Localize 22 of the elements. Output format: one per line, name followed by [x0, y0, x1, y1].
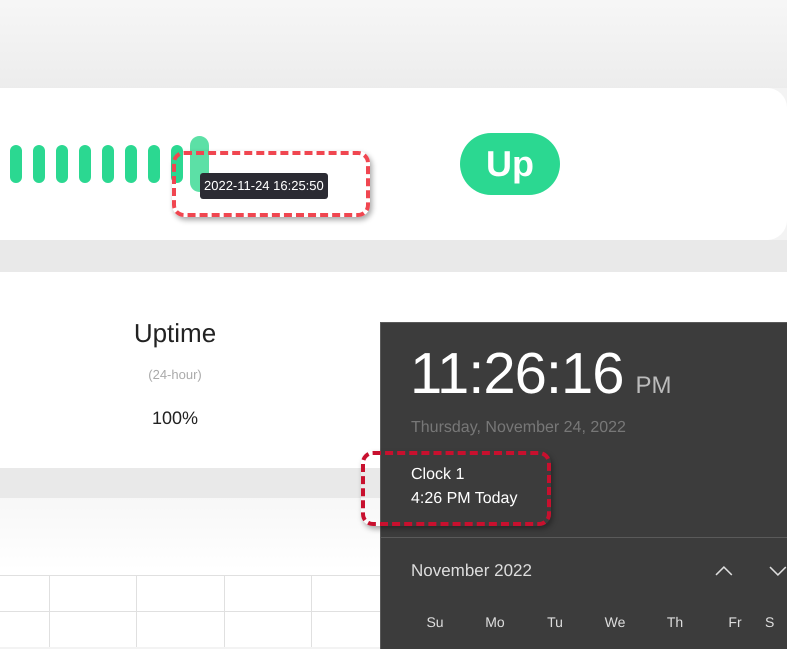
previous-month-icon[interactable] [715, 566, 734, 576]
weekday-label: Su [426, 614, 444, 630]
weekday-label: S [765, 614, 774, 630]
stat-title: Uptime [134, 317, 216, 350]
table-cell [0, 611, 50, 647]
next-month-icon[interactable] [769, 566, 787, 576]
clock-name: Clock 1 [411, 465, 466, 485]
status-badge: Up [460, 133, 560, 195]
table-cell [0, 575, 50, 611]
stat-value: 100% [152, 406, 198, 430]
weekday-label: Mo [485, 614, 505, 630]
clock-time: 11:26:16 [410, 345, 624, 403]
date-label: Thursday, November 24, 2022 [410, 418, 627, 438]
weekday-label: Fr [728, 614, 742, 630]
weekday-label: Th [666, 614, 684, 630]
weekday-label: We [604, 614, 626, 630]
clock-time-label: 4:26 PM Today [411, 489, 518, 509]
am-pm-label: PM [635, 371, 672, 401]
tooltip: 2022-11-24 16:25:50 [200, 173, 328, 198]
weekday-label: Tu [547, 614, 563, 630]
stat-subtitle: (24-hour) [148, 366, 202, 384]
month-label: November 2022 [411, 560, 533, 582]
